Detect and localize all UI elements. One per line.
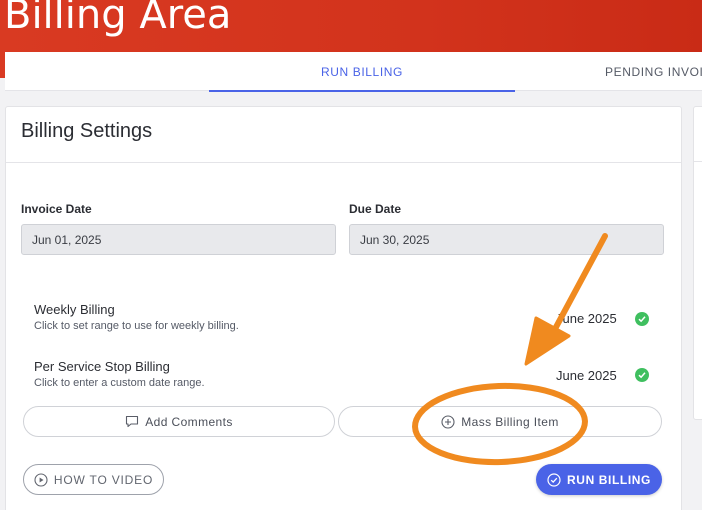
page-title: Billing Area [4, 0, 232, 38]
tab-bar: RUN BILLING PENDING INVOI [5, 52, 702, 92]
invoice-date-field[interactable]: Jun 01, 2025 [21, 224, 336, 255]
play-circle-icon [34, 472, 48, 487]
billing-option-description: Click to set range to use for weekly bil… [34, 320, 239, 332]
invoice-date-label: Invoice Date [21, 202, 92, 216]
how-to-video-label: HOW TO VIDEO [53, 472, 154, 487]
run-billing-label: RUN BILLING [567, 472, 651, 487]
mass-billing-item-button[interactable]: Mass Billing Item [338, 406, 662, 437]
tab-pending-invoices-label: PENDING INVOI [605, 64, 702, 79]
check-circle-icon [635, 368, 649, 382]
invoice-date-value: Jun 01, 2025 [32, 232, 102, 247]
run-billing-button[interactable]: RUN BILLING [536, 464, 662, 495]
plus-circle-icon [441, 414, 455, 429]
check-icon [638, 316, 646, 323]
add-comments-button[interactable]: Add Comments [23, 406, 335, 437]
card-title: Billing Settings [21, 120, 153, 142]
billing-option-name: Weekly Billing [34, 302, 115, 317]
active-tab-indicator [209, 90, 515, 92]
due-date-label: Due Date [349, 202, 402, 216]
billing-option-period: June 2025 [556, 368, 617, 383]
billing-option-description: Click to enter a custom date range. [34, 377, 205, 389]
mass-billing-item-label: Mass Billing Item [461, 414, 559, 429]
due-date-field[interactable]: Jun 30, 2025 [349, 224, 664, 255]
card-divider [6, 162, 681, 163]
tab-pending-invoices[interactable]: PENDING INVOI [605, 52, 702, 91]
comment-icon [126, 415, 139, 428]
tab-run-billing-label: RUN BILLING [321, 64, 403, 79]
billing-option-period: June 2025 [556, 311, 617, 326]
tab-run-billing[interactable]: RUN BILLING [209, 52, 515, 92]
check-icon [638, 372, 646, 379]
side-panel-divider [694, 161, 702, 162]
add-comments-label: Add Comments [145, 414, 233, 429]
billing-option-name: Per Service Stop Billing [34, 359, 170, 374]
side-panel [693, 106, 702, 420]
due-date-value: Jun 30, 2025 [360, 232, 430, 247]
how-to-video-button[interactable]: HOW TO VIDEO [23, 464, 164, 495]
check-circle-icon [547, 472, 561, 487]
check-circle-icon [635, 312, 649, 326]
